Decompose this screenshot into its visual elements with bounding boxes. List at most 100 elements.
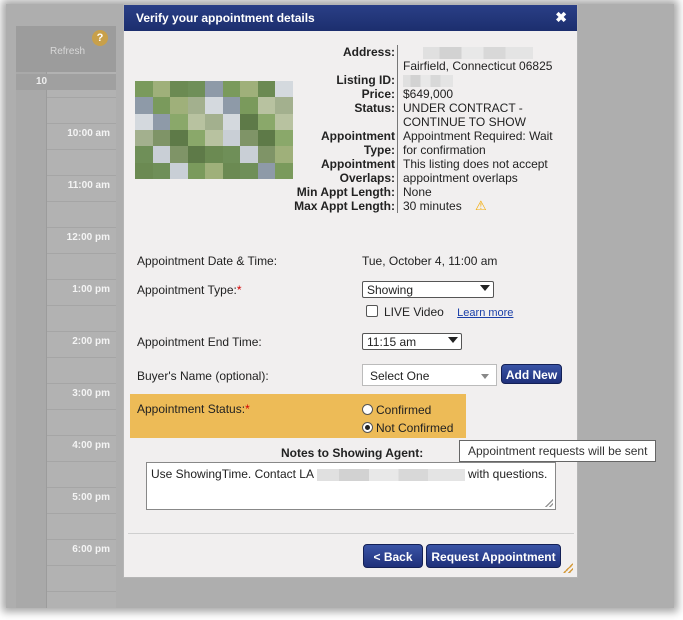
- footer-divider: [128, 533, 574, 534]
- required-marker: *: [245, 402, 250, 416]
- calendar-slot: 2:00 pm: [47, 332, 116, 358]
- calendar-slot: 6:00 pm: [47, 540, 116, 566]
- appointment-type-select[interactable]: Showing: [362, 281, 494, 298]
- date-time-value: Tue, October 4, 11:00 am: [362, 254, 498, 268]
- appointment-type-label-line1: Appointment: [321, 129, 395, 143]
- dialog-title: Verify your appointment details: [136, 11, 315, 25]
- overlaps-label: Appointment Overlaps:: [284, 157, 397, 185]
- chevron-down-icon: [448, 337, 458, 343]
- detail-overlaps: Appointment Overlaps: This listing does …: [284, 157, 574, 185]
- calendar-slot: 10:00 am: [47, 124, 116, 150]
- help-icon: ?: [92, 30, 108, 46]
- calendar-time-label: 12:00 pm: [66, 232, 110, 243]
- listing-photo: [135, 81, 293, 179]
- calendar-slot: 3:00 pm: [47, 384, 116, 410]
- confirmed-radio[interactable]: [362, 404, 373, 415]
- listing-details: Address: Fairfield, Connecticut 06825 Li…: [284, 45, 574, 213]
- date-time-label: Appointment Date & Time:: [137, 254, 278, 268]
- end-time-selected: 11:15 am: [367, 335, 417, 349]
- calendar-time-label: 3:00 pm: [72, 388, 110, 399]
- price-label: Price:: [361, 87, 395, 101]
- status-value: UNDER CONTRACT - CONTINUE TO SHOW: [397, 101, 567, 129]
- resize-grip-icon[interactable]: [545, 499, 553, 507]
- request-appointment-button[interactable]: Request Appointment: [426, 544, 561, 568]
- calendar-time-label: 10:00 am: [67, 128, 110, 139]
- end-time-label: Appointment End Time:: [137, 335, 262, 349]
- detail-appointment-type: Appointment Type: Appointment Required: …: [284, 129, 574, 157]
- appointment-type-value: Appointment Required: Wait for confirmat…: [397, 129, 567, 157]
- notes-textarea[interactable]: Use ShowingTime. Contact LA with questio…: [146, 462, 556, 510]
- live-video-label: LIVE Video: [384, 305, 444, 319]
- calendar-day-bar: 10: [16, 74, 116, 90]
- redacted-agent-name: [316, 468, 465, 481]
- listing-id-value: [397, 73, 567, 87]
- back-button[interactable]: < Back: [363, 544, 423, 568]
- calendar-slot: [47, 358, 116, 384]
- max-length-value: 30 minutes ⚠: [397, 199, 567, 213]
- appointment-type-field-text: Appointment Type:: [137, 283, 237, 297]
- calendar-slot: [47, 306, 116, 332]
- calendar-time-label: 1:00 pm: [72, 284, 110, 295]
- buyer-name-selected: Select One: [370, 369, 430, 383]
- min-length-value: None: [397, 185, 567, 199]
- detail-address: Address: Fairfield, Connecticut 06825: [284, 45, 574, 73]
- calendar-time-label: 11:00 am: [67, 180, 110, 191]
- appointment-status-text: Appointment Status:: [137, 402, 246, 416]
- calendar-header: Refresh ?: [16, 26, 116, 72]
- appointment-status-label: Appointment Status:*: [137, 402, 250, 416]
- warning-icon[interactable]: ⚠: [475, 199, 487, 213]
- min-length-label: Min Appt Length:: [296, 185, 395, 199]
- buyer-name-label: Buyer's Name (optional):: [137, 369, 269, 383]
- calendar-gutter: [16, 72, 46, 608]
- calendar-slot: [47, 514, 116, 540]
- calendar-slot: 1:00 pm: [47, 280, 116, 306]
- detail-status: Status: UNDER CONTRACT - CONTINUE TO SHO…: [284, 101, 574, 129]
- calendar-slot: [47, 462, 116, 488]
- address-label: Address:: [342, 45, 395, 59]
- appointment-type-selected: Showing: [367, 283, 414, 297]
- required-marker: *: [236, 283, 242, 297]
- calendar-slot: 4:00 pm: [47, 436, 116, 462]
- redacted-listing-id: [403, 74, 453, 87]
- learn-more-link[interactable]: Learn more: [457, 307, 513, 319]
- calendar-slot: [47, 566, 116, 592]
- calendar-slot: [47, 150, 116, 176]
- calendar-time-label: 5:00 pm: [72, 492, 110, 503]
- appointment-type-label: Appointment Type:: [284, 129, 397, 157]
- status-label: Status:: [354, 101, 395, 115]
- detail-listing-id: Listing ID:: [284, 73, 574, 87]
- not-confirmed-radio[interactable]: [362, 422, 373, 433]
- close-icon[interactable]: ✖: [555, 9, 567, 26]
- calendar-time-label: 6:00 pm: [72, 544, 110, 555]
- calendar-slot: 5:00 pm: [47, 488, 116, 514]
- calendar-slot: 12:00 pm: [47, 228, 116, 254]
- not-confirmed-label: Not Confirmed: [376, 421, 454, 435]
- not-confirmed-option[interactable]: Not Confirmed: [362, 421, 453, 435]
- calendar-slot: [47, 410, 116, 436]
- add-new-button[interactable]: Add New: [501, 364, 562, 384]
- notes-title: Notes to Showing Agent:: [281, 446, 424, 460]
- calendar-time-column: 9:00 pm10:00 am11:00 am12:00 pm1:00 pm2:…: [46, 72, 116, 608]
- appointment-type-field-label: Appointment Type:*: [137, 283, 242, 297]
- end-time-select[interactable]: 11:15 am: [362, 333, 462, 350]
- notes-suffix: with questions.: [468, 467, 548, 481]
- calendar-slot: [47, 202, 116, 228]
- redacted-address: [423, 46, 533, 59]
- calendar-time-label: 2:00 pm: [72, 336, 110, 347]
- listing-id-label: Listing ID:: [336, 73, 395, 87]
- max-length-label: Max Appt Length:: [294, 199, 395, 213]
- confirmed-option[interactable]: Confirmed: [362, 403, 431, 417]
- overlaps-label-line1: Appointment: [321, 157, 395, 171]
- buyer-name-select[interactable]: Select One: [362, 364, 497, 386]
- price-value: $649,000: [397, 87, 567, 101]
- live-video-checkbox[interactable]: [366, 305, 378, 317]
- detail-max-length: Max Appt Length: 30 minutes ⚠: [284, 199, 574, 213]
- tooltip: Appointment requests will be sent: [459, 440, 656, 462]
- verify-appointment-dialog: Verify your appointment details ✖ Addres…: [123, 4, 578, 578]
- dialog-resize-icon[interactable]: [563, 563, 573, 573]
- appointment-type-label-line2: Type:: [363, 143, 395, 157]
- overlaps-label-line2: Overlaps:: [339, 171, 395, 185]
- calendar-slot: [47, 98, 116, 124]
- max-length-text: 30 minutes: [403, 199, 462, 213]
- calendar-refresh-label: Refresh: [50, 46, 86, 57]
